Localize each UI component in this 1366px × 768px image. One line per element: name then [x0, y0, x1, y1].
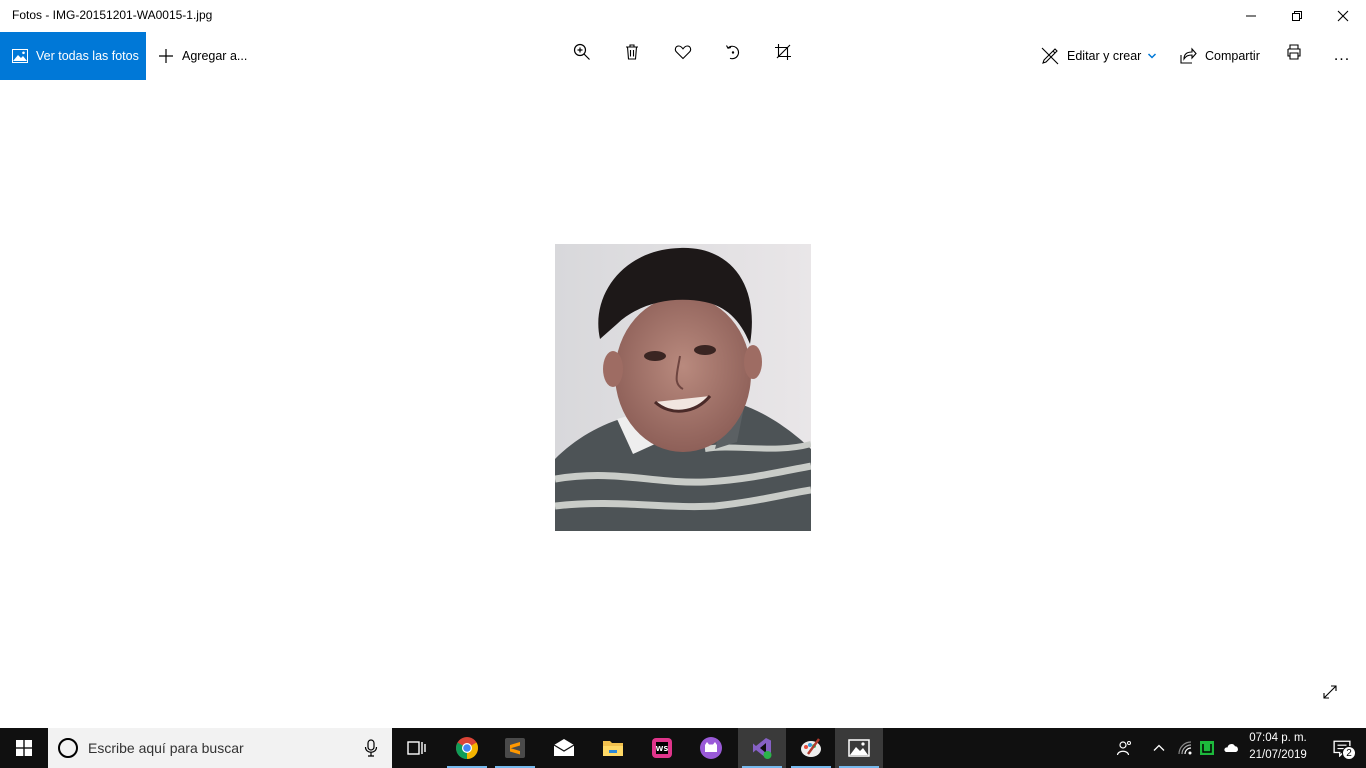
full-screen-button[interactable] — [1318, 680, 1342, 704]
taskbar: Escribe aquí para buscar WS 07:04 p. m. … — [0, 728, 1366, 768]
cortana-icon — [58, 738, 78, 758]
visual-studio-icon — [753, 738, 772, 759]
taskbar-paint[interactable] — [787, 728, 835, 768]
taskbar-chrome[interactable] — [443, 728, 491, 768]
add-to-button[interactable]: Agregar a... — [150, 32, 255, 80]
taskbar-clock[interactable]: 07:04 p. m. 21/07/2019 — [1240, 730, 1316, 766]
taskbar-search-box[interactable]: Escribe aquí para buscar — [48, 728, 392, 768]
add-to-label: Agregar a... — [182, 49, 248, 63]
search-placeholder: Escribe aquí para buscar — [88, 740, 244, 756]
taskbar-mail[interactable] — [540, 728, 588, 768]
photo-collection-icon — [12, 49, 28, 63]
file-explorer-icon — [603, 741, 623, 756]
favorite-button[interactable] — [663, 32, 703, 72]
taskbar-photos[interactable] — [835, 728, 883, 768]
windows-logo-icon — [16, 740, 32, 756]
chevron-up-icon — [1153, 744, 1165, 751]
show-hidden-icons-button[interactable] — [1148, 728, 1170, 768]
onedrive-button[interactable] — [1220, 728, 1242, 768]
more-options-label: ... — [1333, 47, 1351, 64]
command-bar: Ver todas las fotos Agregar a... Editar … — [0, 32, 1366, 80]
portrait-photo-image — [555, 244, 811, 531]
people-button[interactable] — [1112, 728, 1136, 768]
mail-icon — [553, 739, 575, 756]
chevron-down-icon — [1148, 53, 1157, 59]
taskbar-github-desktop[interactable] — [687, 728, 735, 768]
webstorm-icon: WS — [652, 738, 672, 758]
action-center-button[interactable]: 2 — [1322, 728, 1362, 768]
zoom-button[interactable] — [562, 32, 602, 72]
edit-create-button[interactable]: Editar y crear — [1041, 32, 1157, 80]
heart-icon — [674, 45, 692, 60]
displayed-photo[interactable] — [555, 244, 811, 531]
photos-icon — [848, 739, 870, 757]
taskbar-visual-studio[interactable] — [738, 728, 786, 768]
cloud-icon — [1224, 744, 1238, 752]
network-button[interactable] — [1174, 728, 1196, 768]
photo-viewer-canvas — [0, 80, 1366, 728]
svg-text:WS: WS — [656, 745, 669, 753]
photos-app-window: Fotos - IMG-20151201-WA0015-1.jpg Ver to… — [0, 0, 1366, 768]
trash-icon — [626, 44, 638, 60]
crop-icon — [775, 44, 791, 60]
green-tray-app-icon — [1200, 741, 1214, 755]
restore-icon — [1292, 11, 1302, 21]
share-label: Compartir — [1205, 49, 1260, 63]
printer-icon — [1287, 44, 1301, 60]
close-button[interactable] — [1320, 0, 1366, 32]
people-icon — [1116, 741, 1131, 756]
task-view-icon — [407, 741, 426, 755]
window-title: Fotos - IMG-20151201-WA0015-1.jpg — [12, 8, 213, 22]
share-icon — [1180, 47, 1197, 64]
microphone-icon[interactable] — [364, 739, 378, 757]
notification-count-badge: 2 — [1342, 746, 1356, 760]
chrome-icon — [456, 737, 478, 759]
paint-icon — [801, 738, 821, 757]
crop-button[interactable] — [763, 32, 803, 72]
more-options-button[interactable]: ... — [1322, 36, 1362, 76]
minimize-button[interactable] — [1228, 0, 1274, 32]
rotate-icon — [726, 45, 740, 60]
view-all-photos-button[interactable]: Ver todas las fotos — [0, 32, 146, 80]
close-icon — [1337, 10, 1349, 22]
taskbar-webstorm[interactable]: WS — [638, 728, 686, 768]
clock-time: 07:04 p. m. — [1249, 732, 1307, 744]
delete-button[interactable] — [612, 32, 652, 72]
expand-icon — [1323, 685, 1337, 699]
taskbar-sublime-text[interactable] — [491, 728, 539, 768]
start-button[interactable] — [0, 728, 48, 768]
rotate-button[interactable] — [713, 32, 753, 72]
view-all-photos-label: Ver todas las fotos — [36, 49, 139, 63]
taskbar-file-explorer[interactable] — [589, 728, 637, 768]
plus-icon — [159, 49, 173, 63]
wifi-icon — [1178, 741, 1192, 755]
clock-date: 21/07/2019 — [1249, 749, 1307, 761]
share-button[interactable]: Compartir — [1179, 32, 1260, 80]
task-view-button[interactable] — [392, 728, 440, 768]
tray-app-button[interactable] — [1196, 728, 1218, 768]
title-bar: Fotos - IMG-20151201-WA0015-1.jpg — [0, 0, 1366, 32]
print-button[interactable] — [1274, 32, 1314, 72]
github-desktop-icon — [700, 737, 722, 759]
restore-button[interactable] — [1274, 0, 1320, 32]
edit-create-icon — [1041, 47, 1059, 65]
zoom-in-icon — [573, 43, 590, 60]
sublime-text-icon — [505, 738, 525, 758]
minimize-icon — [1246, 15, 1256, 17]
edit-create-label: Editar y crear — [1067, 49, 1142, 63]
